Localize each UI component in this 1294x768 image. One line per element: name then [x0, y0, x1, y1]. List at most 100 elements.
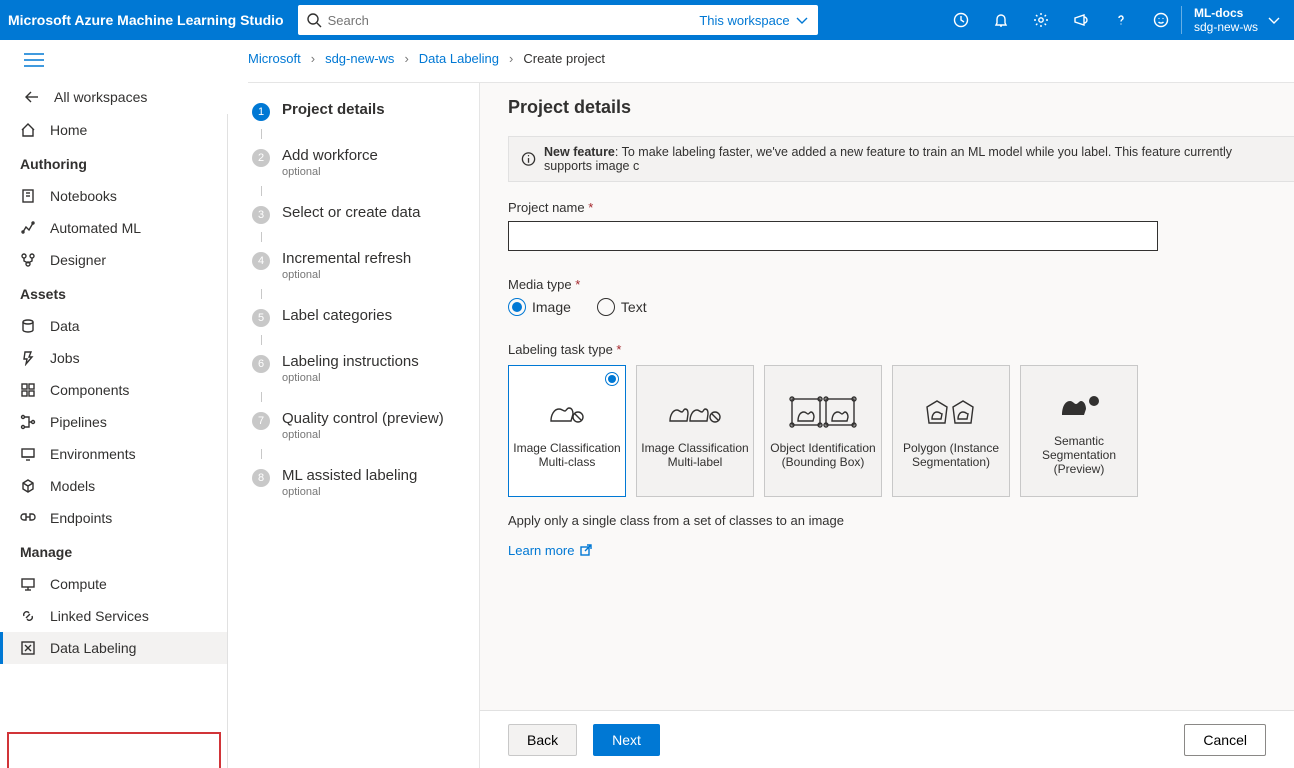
- breadcrumb-link[interactable]: sdg-new-ws: [325, 51, 394, 66]
- sidebar-item-compute[interactable]: Compute: [0, 568, 227, 600]
- sidebar-item-label: Automated ML: [50, 220, 141, 236]
- task-card-semantic[interactable]: Semantic Segmentation (Preview): [1020, 365, 1138, 497]
- label-icon: [20, 640, 36, 656]
- project-name-label: Project name *: [508, 200, 1294, 215]
- breadcrumb-link[interactable]: Microsoft: [248, 51, 301, 66]
- bell-icon[interactable]: [981, 0, 1021, 40]
- pipelines-icon: [20, 414, 36, 430]
- media-type-radio-image[interactable]: Image: [508, 298, 571, 316]
- sidebar: Home Authoring Notebooks Automated ML De…: [0, 114, 228, 768]
- compute-icon: [20, 576, 36, 592]
- task-card-bounding-box[interactable]: Object Identification (Bounding Box): [764, 365, 882, 497]
- search-icon: [306, 12, 322, 28]
- card-label: Object Identification (Bounding Box): [769, 441, 877, 469]
- step-label: Select or create data: [282, 204, 420, 221]
- sidebar-item-label: Compute: [50, 576, 107, 592]
- gear-icon[interactable]: [1021, 0, 1061, 40]
- wizard-step-4[interactable]: 4 Incremental refreshoptional: [248, 242, 479, 289]
- back-label: All workspaces: [54, 89, 147, 105]
- brand-title: Microsoft Azure Machine Learning Studio: [0, 12, 298, 28]
- cancel-button[interactable]: Cancel: [1184, 724, 1266, 756]
- sidebar-item-jobs[interactable]: Jobs: [0, 342, 227, 374]
- sidebar-group-assets: Assets: [0, 276, 227, 310]
- sidebar-item-notebooks[interactable]: Notebooks: [0, 180, 227, 212]
- breadcrumb-current: Create project: [523, 51, 605, 66]
- automl-icon: [20, 220, 36, 236]
- sidebar-item-label: Components: [50, 382, 129, 398]
- topbar: Microsoft Azure Machine Learning Studio …: [0, 0, 1294, 40]
- sidebar-item-data[interactable]: Data: [0, 310, 227, 342]
- clock-icon[interactable]: [941, 0, 981, 40]
- sidebar-item-linked-services[interactable]: Linked Services: [0, 600, 227, 632]
- sidebar-item-label: Models: [50, 478, 95, 494]
- home-icon: [20, 122, 36, 138]
- task-card-polygon[interactable]: Polygon (Instance Segmentation): [892, 365, 1010, 497]
- sidebar-item-home[interactable]: Home: [0, 114, 227, 146]
- card-label: Polygon (Instance Segmentation): [897, 441, 1005, 469]
- sidebar-item-automl[interactable]: Automated ML: [0, 212, 227, 244]
- radio-icon: [597, 298, 615, 316]
- sidebar-item-models[interactable]: Models: [0, 470, 227, 502]
- wizard-step-1[interactable]: 1 Project details: [248, 93, 479, 129]
- account-switcher[interactable]: ML-docs sdg-new-ws: [1181, 6, 1294, 34]
- back-to-workspaces[interactable]: All workspaces: [0, 80, 228, 114]
- help-icon[interactable]: [1101, 0, 1141, 40]
- helper-text: Apply only a single class from a set of …: [508, 513, 1294, 528]
- task-type-label: Labeling task type *: [508, 342, 1294, 357]
- radio-label: Text: [621, 299, 647, 315]
- breadcrumb: Microsoft› sdg-new-ws› Data Labeling› Cr…: [248, 46, 605, 70]
- sidebar-item-environments[interactable]: Environments: [0, 438, 227, 470]
- jobs-icon: [20, 350, 36, 366]
- step-label: ML assisted labeling: [282, 467, 417, 484]
- step-label: Label categories: [282, 307, 392, 324]
- sidebar-group-manage: Manage: [0, 534, 227, 568]
- card-label: Image Classification Multi-class: [513, 441, 621, 469]
- page-title: Project details: [508, 97, 1294, 118]
- search-input[interactable]: [322, 13, 700, 28]
- wizard-step-2[interactable]: 2 Add workforceoptional: [248, 139, 479, 186]
- media-type-radio-text[interactable]: Text: [597, 298, 647, 316]
- wizard-step-6[interactable]: 6 Labeling instructionsoptional: [248, 345, 479, 392]
- sidebar-item-components[interactable]: Components: [0, 374, 227, 406]
- task-card-multi-label[interactable]: Image Classification Multi-label: [636, 365, 754, 497]
- back-button[interactable]: Back: [508, 724, 577, 756]
- bbox-icon: [788, 393, 858, 431]
- wizard-step-5[interactable]: 5 Label categories: [248, 299, 479, 335]
- account-name: ML-docs: [1194, 6, 1258, 20]
- sidebar-item-label: Linked Services: [50, 608, 149, 624]
- learn-more-link[interactable]: Learn more: [508, 542, 594, 558]
- sidebar-item-pipelines[interactable]: Pipelines: [0, 406, 227, 438]
- breadcrumb-link[interactable]: Data Labeling: [419, 51, 499, 66]
- step-label: Add workforce: [282, 147, 378, 164]
- megaphone-icon[interactable]: [1061, 0, 1101, 40]
- sidebar-item-label: Notebooks: [50, 188, 117, 204]
- wizard-step-8[interactable]: 8 ML assisted labelingoptional: [248, 459, 479, 506]
- link-icon: [20, 608, 36, 624]
- smiley-icon[interactable]: [1141, 0, 1181, 40]
- wizard-step-3[interactable]: 3 Select or create data: [248, 196, 479, 232]
- environments-icon: [20, 446, 36, 462]
- two-dogs-tag-icon: [666, 393, 724, 431]
- search-box[interactable]: This workspace: [298, 5, 818, 35]
- components-icon: [20, 382, 36, 398]
- next-button[interactable]: Next: [593, 724, 660, 756]
- sidebar-item-label: Data Labeling: [50, 640, 136, 656]
- sidebar-item-data-labeling[interactable]: Data Labeling: [0, 632, 227, 664]
- step-label: Quality control (preview): [282, 410, 444, 427]
- search-scope-label: This workspace: [699, 13, 789, 28]
- step-label: Incremental refresh: [282, 250, 411, 267]
- wizard-step-7[interactable]: 7 Quality control (preview)optional: [248, 402, 479, 449]
- sidebar-item-designer[interactable]: Designer: [0, 244, 227, 276]
- hamburger-menu[interactable]: [0, 40, 228, 80]
- search-scope-dropdown[interactable]: This workspace: [699, 12, 809, 28]
- arrow-left-icon: [24, 89, 40, 105]
- sidebar-item-endpoints[interactable]: Endpoints: [0, 502, 227, 534]
- card-label: Semantic Segmentation (Preview): [1025, 434, 1133, 476]
- info-text: : To make labeling faster, we've added a…: [544, 145, 1232, 173]
- sidebar-item-label: Jobs: [50, 350, 80, 366]
- wizard-steps: 1 Project details 2 Add workforceoptiona…: [248, 82, 480, 768]
- data-icon: [20, 318, 36, 334]
- task-card-multi-class[interactable]: Image Classification Multi-class: [508, 365, 626, 497]
- project-name-input[interactable]: [508, 221, 1158, 251]
- radio-icon: [508, 298, 526, 316]
